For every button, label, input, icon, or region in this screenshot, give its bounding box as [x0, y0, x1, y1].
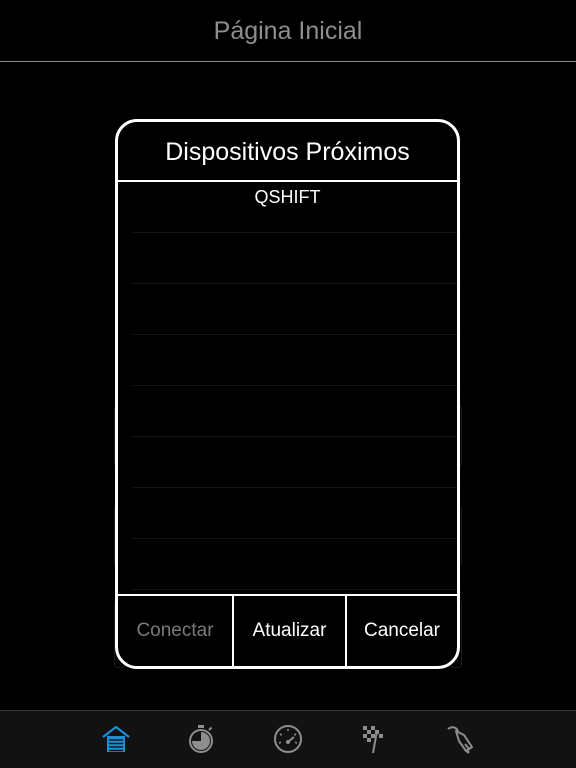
page-title: Página Inicial	[213, 17, 363, 45]
navigation-bar: Página Inicial	[0, 0, 576, 62]
tab-fuel[interactable]	[438, 717, 482, 761]
device-row[interactable]	[132, 437, 457, 488]
tab-home[interactable]	[94, 717, 138, 761]
device-row[interactable]	[132, 386, 457, 437]
garage-home-icon	[102, 725, 130, 752]
device-row[interactable]	[132, 539, 457, 590]
checkered-flag-icon	[363, 726, 383, 754]
cancel-button[interactable]: Cancelar	[345, 596, 457, 666]
tab-speedometer[interactable]	[266, 717, 310, 761]
device-list[interactable]: QSHIFT	[118, 182, 457, 600]
tab-race[interactable]	[351, 717, 395, 761]
dialog-title: Dispositivos Próximos	[165, 138, 410, 166]
stopwatch-icon	[189, 725, 213, 753]
fuel-nozzle-icon	[447, 726, 473, 754]
speedometer-icon	[274, 725, 302, 753]
nearby-devices-dialog: Dispositivos Próximos QSHIFT Conectar At…	[115, 119, 460, 669]
device-row[interactable]	[132, 335, 457, 386]
connect-button[interactable]: Conectar	[118, 596, 232, 666]
device-row[interactable]	[132, 233, 457, 284]
device-name: QSHIFT	[254, 187, 321, 207]
device-row[interactable]	[132, 488, 457, 539]
refresh-button[interactable]: Atualizar	[232, 596, 345, 666]
dialog-button-bar: Conectar Atualizar Cancelar	[118, 594, 457, 666]
device-row[interactable]	[132, 284, 457, 335]
tab-bar	[0, 710, 576, 768]
tab-stopwatch[interactable]	[179, 717, 223, 761]
device-row[interactable]: QSHIFT	[132, 182, 457, 233]
